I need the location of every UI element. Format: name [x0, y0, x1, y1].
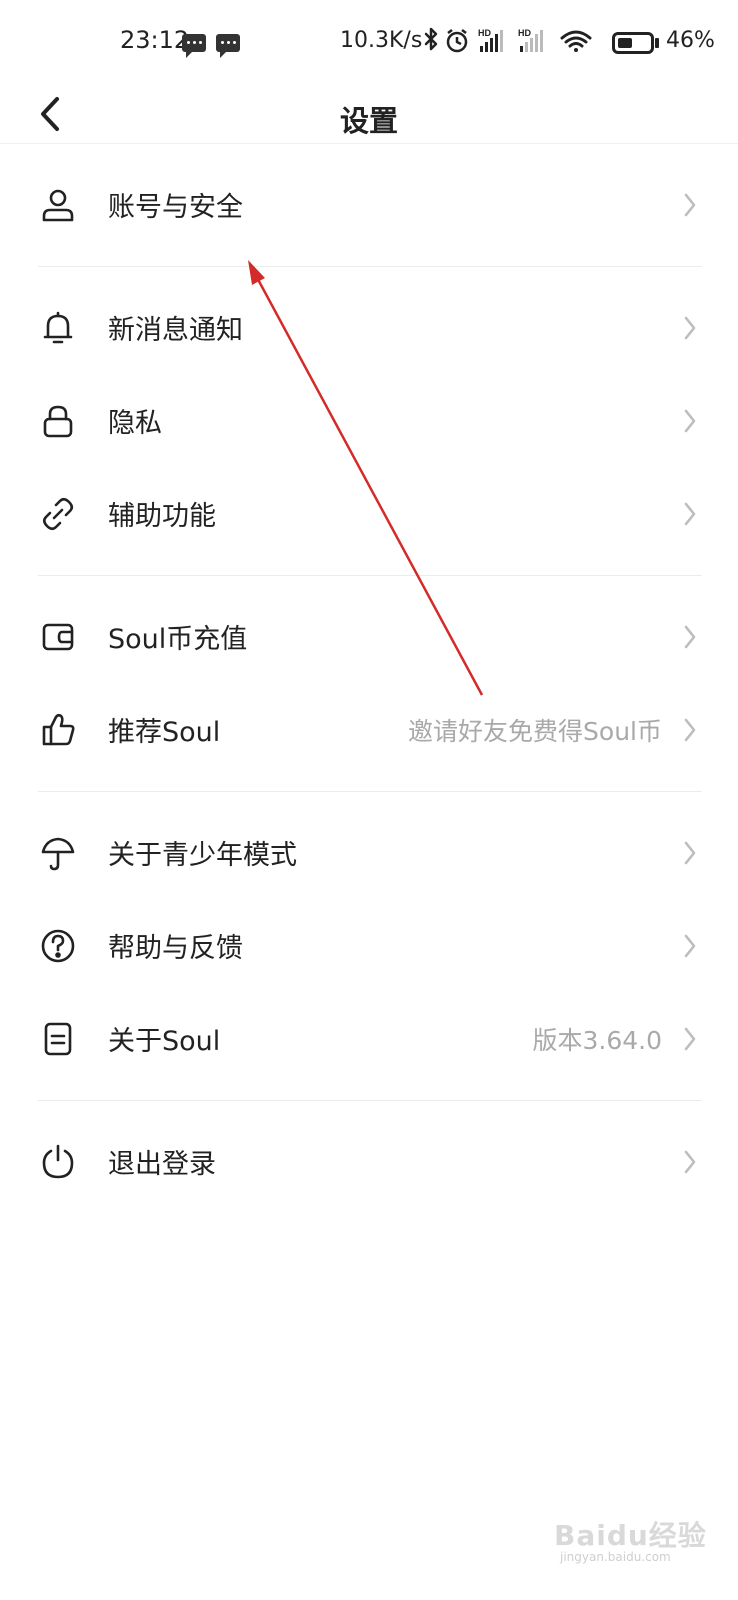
group-divider [38, 1100, 702, 1101]
network-speed: 10.3K/s [340, 28, 423, 53]
settings-row-label: 账号与安全 [108, 192, 243, 223]
battery-percent: 46% [666, 28, 715, 53]
battery-icon [612, 32, 654, 54]
chevron-right-icon [680, 190, 700, 220]
page-title: 设置 [339, 104, 398, 138]
help-circle-icon [41, 929, 75, 962]
battery-tip [655, 38, 659, 48]
row-icon [38, 185, 78, 225]
row-icon [38, 1142, 78, 1182]
settings-row[interactable]: Soul币充值 [0, 590, 738, 683]
status-icons: HD HD [424, 27, 592, 53]
settings-row[interactable]: 账号与安全 [0, 158, 738, 251]
status-bar: 23:12 10.3K/s HD HD 46% [0, 0, 738, 84]
thumbs-up-icon [42, 713, 75, 745]
wallet-icon [42, 623, 74, 650]
settings-row-label: 帮助与反馈 [108, 933, 243, 964]
nav-bar: 设置 [0, 84, 738, 144]
chevron-right-icon [680, 406, 700, 436]
svg-text:HD: HD [478, 28, 491, 38]
lock-icon [43, 405, 73, 437]
row-icon [38, 710, 78, 750]
settings-row-label: 关于青少年模式 [108, 840, 297, 871]
row-icon [38, 926, 78, 966]
chevron-right-icon [680, 931, 700, 961]
chevron-right-icon [680, 622, 700, 652]
settings-row[interactable]: 辅助功能 [0, 467, 738, 560]
settings-row-label: Soul币充值 [108, 624, 248, 655]
chevron-right-icon [680, 838, 700, 868]
chevron-right-icon [680, 1147, 700, 1177]
document-icon [44, 1022, 72, 1055]
battery-level [618, 38, 632, 48]
settings-row[interactable]: 隐私 [0, 374, 738, 467]
group-divider [38, 266, 702, 267]
bluetooth-icon [424, 27, 438, 51]
alarm-icon [446, 29, 468, 53]
bell-icon [43, 311, 73, 343]
watermark-subtext: jingyan.baidu.com [560, 1550, 671, 1564]
settings-row[interactable]: 关于Soul 版本3.64.0 [0, 992, 738, 1085]
row-icon [38, 494, 78, 534]
settings-row-value: 版本3.64.0 [532, 1025, 662, 1055]
link-icon [42, 497, 74, 530]
watermark-text: Baidu经验 [554, 1519, 707, 1552]
user-icon [42, 189, 74, 221]
settings-row[interactable]: 帮助与反馈 [0, 899, 738, 992]
group-divider [38, 791, 702, 792]
message-icon [216, 34, 240, 58]
signal-hd-icon: HD [478, 28, 503, 52]
status-time: 23:12 [120, 26, 190, 54]
signal-hd-icon: HD [518, 28, 543, 52]
chevron-right-icon [680, 715, 700, 745]
settings-row-value: 邀请好友免费得Soul币 [408, 716, 662, 746]
settings-row-label: 新消息通知 [108, 315, 243, 346]
wifi-icon [560, 30, 592, 52]
watermark-logo: Baidu经验 jingyan.baidu.com [552, 1510, 722, 1570]
settings-row-label: 辅助功能 [108, 501, 216, 532]
chevron-right-icon [680, 313, 700, 343]
settings-row-label: 退出登录 [108, 1149, 216, 1180]
chevron-right-icon [680, 499, 700, 529]
settings-row[interactable]: 关于青少年模式 [0, 806, 738, 899]
row-icon [38, 308, 78, 348]
message-icon [182, 34, 206, 58]
group-divider [38, 575, 702, 576]
settings-row-label: 推荐Soul [108, 717, 221, 748]
settings-row-label: 隐私 [108, 408, 162, 439]
settings-row-label: 关于Soul [108, 1026, 221, 1057]
settings-row[interactable]: 新消息通知 [0, 281, 738, 374]
svg-text:HD: HD [518, 28, 531, 38]
power-icon [42, 1144, 74, 1178]
row-icon [38, 1019, 78, 1059]
umbrella-icon [41, 837, 75, 870]
row-icon [38, 401, 78, 441]
settings-row[interactable]: 退出登录 [0, 1115, 738, 1208]
chevron-right-icon [680, 1024, 700, 1054]
row-icon [38, 617, 78, 657]
row-icon [38, 833, 78, 873]
settings-row[interactable]: 推荐Soul 邀请好友免费得Soul币 [0, 683, 738, 776]
